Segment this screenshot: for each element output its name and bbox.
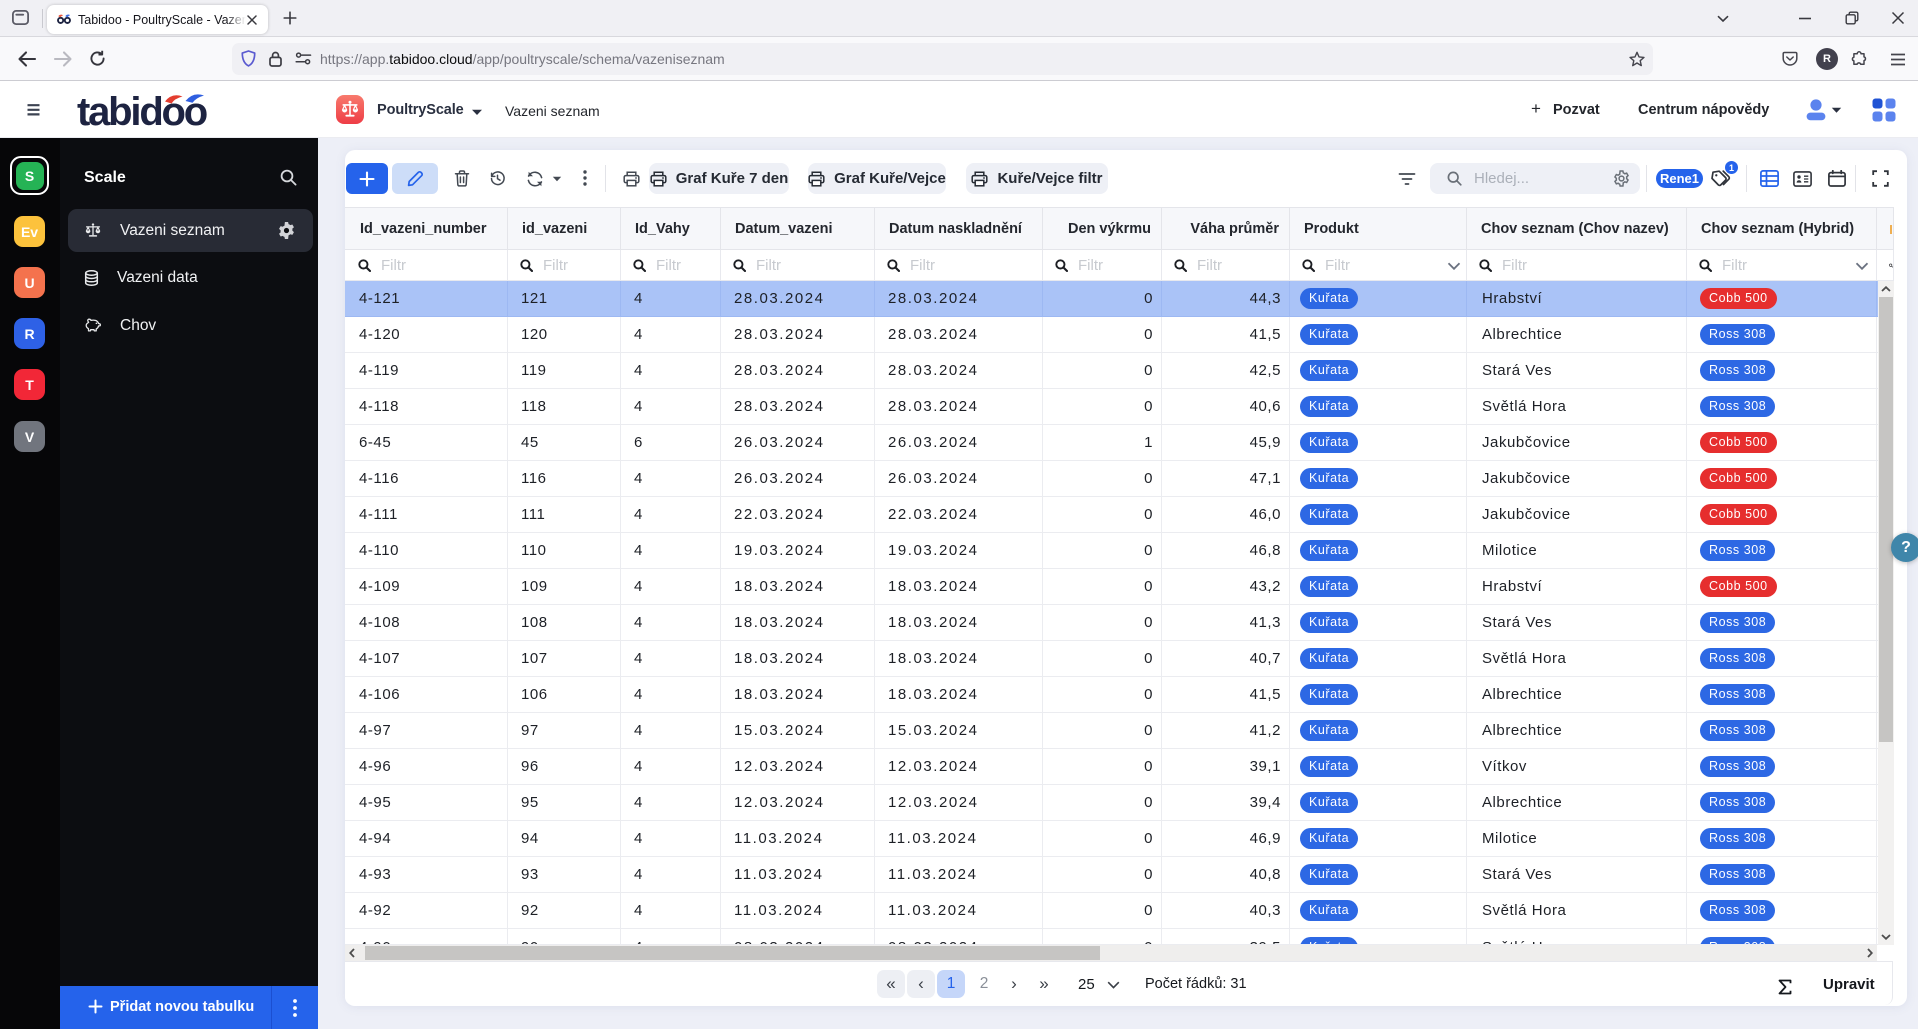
svg-text:tabidoo: tabidoo [77,90,207,134]
